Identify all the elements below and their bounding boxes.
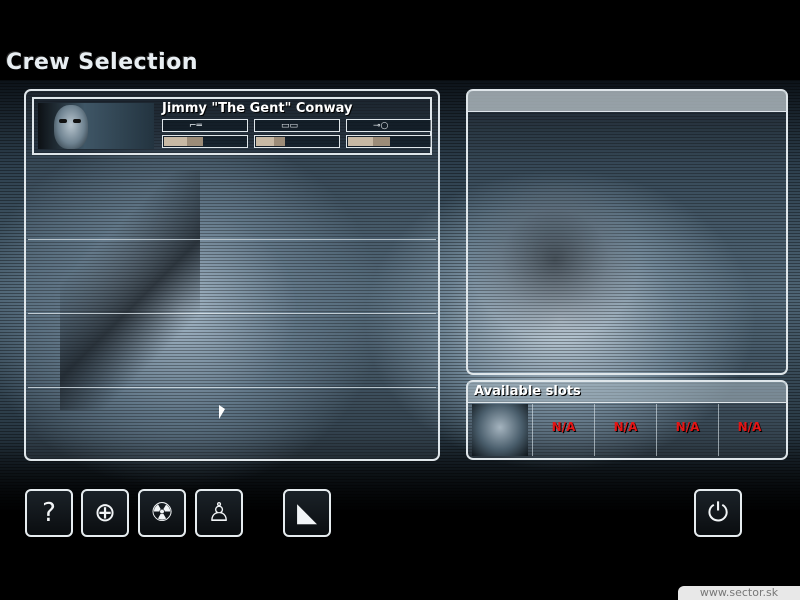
watermark: www.sector.sk (678, 586, 800, 600)
slot-na-label: N/A (613, 420, 638, 434)
skill-bar-gun (162, 135, 248, 148)
slots-title: Available slots (474, 384, 581, 399)
plug-icon: ⏻ (707, 497, 729, 528)
plan-button[interactable]: ◣ (283, 489, 331, 537)
slot-filled[interactable] (468, 404, 530, 456)
page-title: Crew Selection (6, 50, 199, 75)
crew-detail-panel (466, 89, 788, 375)
exit-button[interactable]: ⏻ (694, 489, 742, 537)
slot-empty[interactable]: N/A (594, 404, 656, 456)
radiation-button[interactable]: ☢ (138, 489, 186, 537)
gun-icon: ⌐═ (162, 119, 248, 132)
slot-na-label: N/A (675, 420, 700, 434)
car-icon: ▭▭ (254, 119, 340, 132)
slot-empty[interactable]: N/A (532, 404, 594, 456)
crew-portrait (38, 103, 154, 149)
briefcase-help-icon: ? (42, 498, 56, 528)
available-slots-panel: Available slots N/A N/A N/A N/A (466, 380, 788, 460)
crew-member-button[interactable]: ♙ (195, 489, 243, 537)
skill-bar-car (254, 135, 340, 148)
detail-header (468, 91, 786, 112)
mouse-cursor-icon (219, 405, 225, 419)
key-icon: ⊸○ (346, 119, 432, 132)
slot-empty[interactable]: N/A (656, 404, 718, 456)
crew-name: Jimmy "The Gent" Conway (162, 101, 353, 116)
crew-list-panel: Jimmy "The Gent" Conway ⌐═ ▭▭ ⊸○ (24, 89, 440, 461)
equipment-button[interactable]: ? (25, 489, 73, 537)
row-divider (28, 387, 436, 388)
slot-portrait (472, 404, 528, 456)
slot-empty[interactable]: N/A (718, 404, 780, 456)
person-icon: ♙ (207, 498, 231, 528)
target-button[interactable]: ⊕ (81, 489, 129, 537)
slot-na-label: N/A (551, 420, 576, 434)
radiation-icon: ☢ (150, 498, 174, 528)
map-sweep-icon: ◣ (297, 498, 317, 528)
row-divider (28, 239, 436, 240)
row-divider (28, 313, 436, 314)
skill-bar-key (346, 135, 432, 148)
slot-na-label: N/A (737, 420, 762, 434)
crosshair-icon: ⊕ (94, 498, 116, 528)
crew-row[interactable]: Jimmy "The Gent" Conway ⌐═ ▭▭ ⊸○ (32, 97, 432, 155)
